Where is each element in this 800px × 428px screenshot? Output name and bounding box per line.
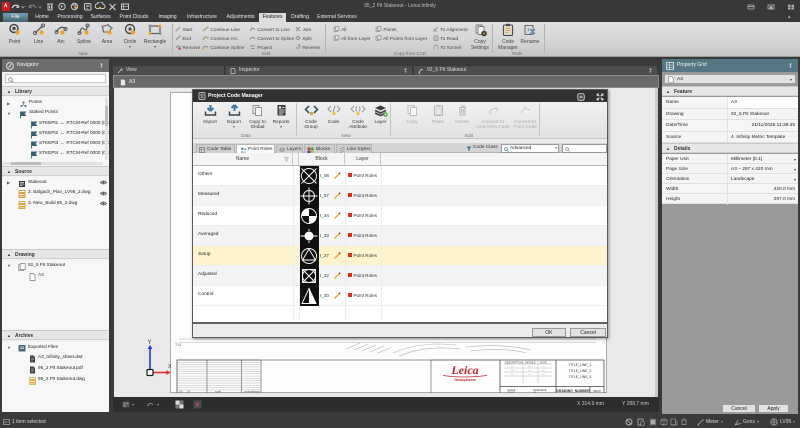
svg-text:—: — [511,370,514,373]
svg-text:SCALEISSUE: SCALEISSUE [507,388,516,393]
svg-text:Y: Y [148,340,152,346]
svg-text:1: 1 [527,27,530,32]
svg-text:—: — [542,374,545,377]
svg-text:—: — [528,374,531,377]
svg-text:—: — [542,370,545,373]
svg-text:—: — [511,366,514,369]
svg-text:—: — [511,374,514,377]
svg-text:PAGE/SIZEA3: PAGE/SIZEA3 [533,388,547,393]
svg-text:SV: SV [179,390,183,394]
svg-text:2: 2 [299,44,301,48]
svg-text:Geosystems: Geosystems [454,378,475,382]
svg-text:scale: scale [215,390,222,394]
svg-text:—: — [528,370,531,373]
svg-text:TITLE_LINE_3: TITLE_LINE_3 [569,375,592,379]
svg-text:DESCRIPTION: DESCRIPTION [505,361,523,365]
svg-text:Leica: Leica [450,363,478,377]
svg-text:DRAWING_NUMBER: DRAWING_NUMBER [556,389,590,393]
svg-text:—: — [542,366,545,369]
svg-text:X: X [168,364,172,370]
svg-text:TITLE_LINE_1: TITLE_LINE_1 [569,363,592,367]
svg-text:T14: T14 [175,343,181,347]
svg-text:DETAILS: DETAILS [525,361,536,365]
svg-text:DATE: DATE [540,361,547,365]
svg-text:—: — [528,366,531,369]
svg-text:SV: SV [187,390,191,394]
svg-text:REV#: REV# [593,389,601,393]
svg-text:project/leader: project/leader [244,390,260,394]
svg-text:TITLE_LINE_2: TITLE_LINE_2 [569,369,592,373]
